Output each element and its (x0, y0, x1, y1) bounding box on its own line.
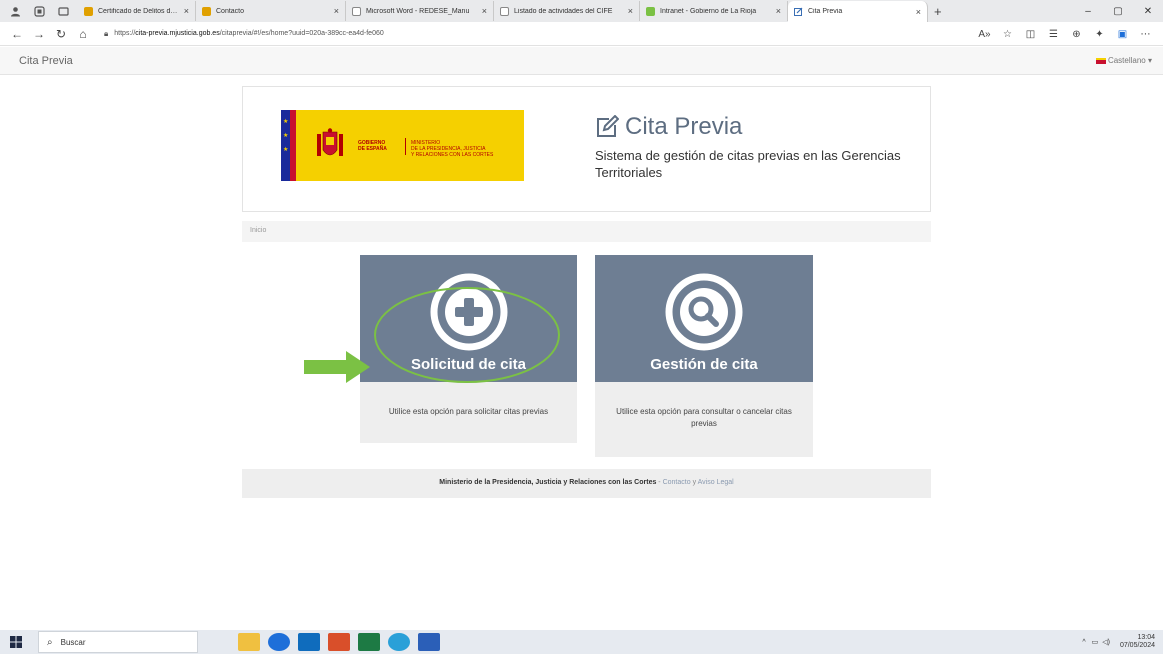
card-header[interactable]: Gestión de cita (595, 255, 813, 382)
reload-icon[interactable]: ↻ (50, 27, 72, 41)
address-bar: ← → ↻ ⌂ 🔒︎ https://cita-previa.mjusticia… (0, 22, 1163, 46)
favorite-star-icon[interactable]: ☆ (996, 29, 1019, 40)
footer-contact-link[interactable]: Contacto (663, 479, 691, 486)
forward-icon[interactable]: → (28, 27, 50, 41)
browser-toolbar: A» ☆ ◫ ☰ ⊕ ✦ ▣ ⋯ (973, 22, 1157, 46)
language-selector[interactable]: Castellano ▾ (1095, 56, 1152, 65)
document-icon (500, 6, 509, 16)
header-panel: ★ ★ ★ GOBIERNO DE ESPAÑA MINISTERIO DE L… (242, 86, 931, 212)
taskbar-search[interactable]: ⌕ Buscar (38, 631, 198, 653)
word-icon[interactable] (418, 633, 440, 651)
app-icon[interactable] (328, 633, 350, 651)
logo-gobierno-text: GOBIERNO DE ESPAÑA (358, 140, 387, 152)
footer-ministry: Ministerio de la Presidencia, Justicia y… (439, 479, 657, 486)
card-description: Utilice esta opción para solicitar citas… (388, 407, 549, 416)
url-path: /citaprevia/#!/es/home?uuid=020a-389cc-e… (219, 30, 384, 37)
tab-close-icon[interactable]: × (916, 7, 921, 17)
volume-icon[interactable]: ◁) (1102, 638, 1110, 646)
chevron-up-icon[interactable]: ^ (1082, 639, 1085, 646)
search-circle-icon (665, 273, 743, 351)
read-aloud-icon[interactable]: A» (973, 29, 996, 40)
browser-tab-cita-previa[interactable]: Cita Previa × (788, 1, 928, 22)
browser-tabstrip: Certificado de Delitos de Natural × Cont… (0, 0, 1163, 22)
search-icon: ⌕ (47, 636, 53, 648)
card-title[interactable]: Gestión de cita (595, 356, 813, 373)
browser-tab-certificado[interactable]: Certificado de Delitos de Natural × (78, 1, 196, 21)
minimize-button[interactable]: – (1073, 6, 1103, 17)
coat-of-arms-icon (317, 128, 343, 156)
breadcrumb-home[interactable]: Inicio (250, 227, 266, 234)
outlook-icon[interactable]: ▣ (1111, 29, 1134, 40)
card-gestion-cita[interactable]: Gestión de cita Utilice esta opción para… (595, 255, 813, 457)
excel-icon[interactable] (358, 633, 380, 651)
window-controls: – ▢ ✕ (1073, 0, 1163, 22)
back-icon[interactable]: ← (6, 27, 28, 41)
tab-close-icon[interactable]: × (482, 6, 487, 16)
close-window-button[interactable]: ✕ (1133, 6, 1163, 17)
extensions-icon[interactable]: ✦ (1088, 29, 1111, 40)
browser-tab-word[interactable]: Microsoft Word - REDESE_Manu × (346, 1, 494, 21)
tab-close-icon[interactable]: × (628, 6, 633, 16)
browser-tab-intranet[interactable]: Intranet - Gobierno de La Rioja × (640, 1, 788, 21)
edit-icon (794, 7, 803, 16)
tab-favicon-icon (202, 6, 211, 16)
logo-ministerio-text: MINISTERIO DE LA PRESIDENCIA, JUSTICIA Y… (411, 140, 494, 158)
workspaces-icon[interactable] (30, 2, 48, 20)
url-host: cita-previa.mjusticia.gob.es (135, 30, 220, 37)
internet-explorer-icon[interactable] (268, 633, 290, 651)
tab-close-icon[interactable]: × (184, 6, 189, 16)
title-area: Cita Previa Sistema de gestión de citas … (595, 113, 915, 181)
browser-tab-cife[interactable]: Listado de actividades del CIFE × (494, 1, 640, 21)
lock-icon: 🔒︎ (104, 28, 109, 38)
browser-tab-contacto[interactable]: Contacto × (196, 1, 346, 21)
footer-legal-link[interactable]: Aviso Legal (698, 479, 734, 486)
tab-actions-icon[interactable] (54, 2, 72, 20)
edge-icon[interactable] (388, 633, 410, 651)
breadcrumb: Inicio (242, 221, 931, 242)
taskbar-apps (238, 633, 448, 651)
clock[interactable]: 13:04 07/05/2024 (1120, 634, 1155, 650)
favorites-icon[interactable]: ☰ (1042, 29, 1065, 40)
app-navbar: Cita Previa Castellano ▾ (0, 47, 1163, 75)
tab-close-icon[interactable]: × (776, 6, 781, 16)
file-explorer-icon[interactable] (238, 633, 260, 651)
taskbar-search-placeholder: Buscar (60, 637, 86, 647)
highlight-ellipse (374, 287, 560, 383)
network-icon[interactable]: ▭ (1092, 638, 1099, 646)
government-logo: ★ ★ ★ GOBIERNO DE ESPAÑA MINISTERIO DE L… (281, 110, 524, 181)
page-footer: Ministerio de la Presidencia, Justicia y… (242, 469, 931, 498)
footer-and: y (690, 479, 698, 486)
page-subtitle: Sistema de gestión de citas previas en l… (595, 148, 901, 180)
tab-close-icon[interactable]: × (334, 6, 339, 16)
system-tray: ^ ▭ ◁) 13:04 07/05/2024 (1082, 630, 1155, 654)
document-icon (352, 6, 361, 16)
tab-favicon-icon (646, 6, 655, 16)
collections-icon[interactable]: ⊕ (1065, 29, 1088, 40)
new-tab-button[interactable]: + (934, 4, 942, 19)
right-arrow-icon (304, 351, 370, 383)
taskbar: ⌕ Buscar ^ ▭ ◁) 13:04 07/05/2024 (0, 630, 1163, 654)
edit-icon (597, 115, 619, 137)
card-description: Utilice esta opción para consultar o can… (616, 407, 792, 428)
windows-start-icon[interactable] (4, 630, 28, 654)
url-field[interactable]: 🔒︎ https://cita-previa.mjusticia.gob.es /… (104, 29, 384, 39)
page-title: Cita Previa (625, 113, 743, 140)
tab-favicon-icon (84, 6, 93, 16)
url-prefix: https:// (114, 30, 136, 37)
home-icon[interactable]: ⌂ (72, 27, 94, 41)
more-menu-icon[interactable]: ⋯ (1134, 29, 1157, 40)
flag-icon (1095, 57, 1106, 64)
maximize-button[interactable]: ▢ (1103, 6, 1133, 17)
app-brand[interactable]: Cita Previa (19, 55, 73, 67)
outlook-icon[interactable] (298, 633, 320, 651)
split-screen-icon[interactable]: ◫ (1019, 29, 1042, 40)
profile-icon[interactable] (6, 2, 24, 20)
